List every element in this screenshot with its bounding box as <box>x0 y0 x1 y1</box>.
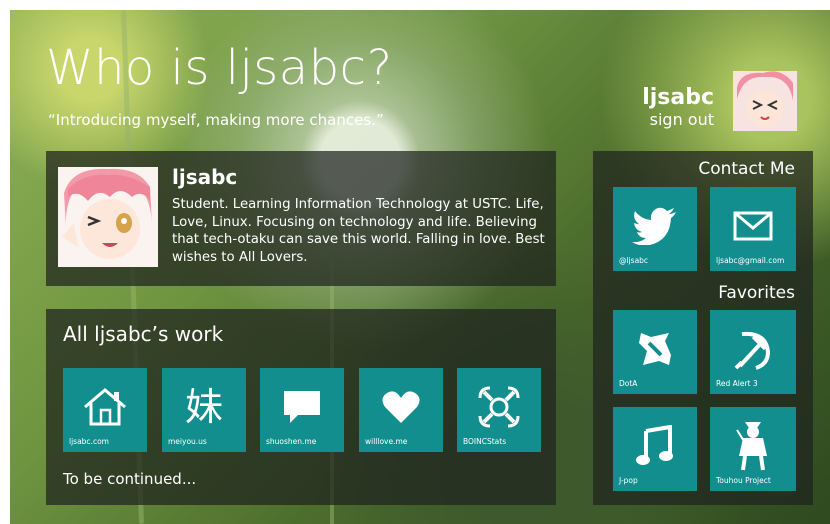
house-icon <box>84 387 126 426</box>
favorites-title: Favorites <box>718 283 795 303</box>
profile-panel: ljsabc Student. Learning Information Tec… <box>46 151 556 286</box>
user-avatar[interactable] <box>733 71 797 131</box>
tile-label: shuoshen.me <box>266 437 317 446</box>
page-title: Who is ljsabc? <box>46 40 393 96</box>
user-info: ljsabc sign out <box>642 86 714 130</box>
music-note-icon <box>636 424 673 465</box>
tile-label: ljsabc@gmail.com <box>716 256 785 265</box>
contact-title: Contact Me <box>698 159 795 179</box>
profile-bio: Student. Learning Information Technology… <box>172 197 545 265</box>
tile-label: J-pop <box>619 476 638 485</box>
envelope-icon <box>733 211 773 241</box>
tile-label: meiyou.us <box>168 437 207 446</box>
tile-dota[interactable]: DotA <box>613 310 697 394</box>
dota-icon <box>639 332 671 365</box>
to-be-continued: To be continued... <box>63 470 197 488</box>
tile-j-pop[interactable]: J-pop <box>613 407 697 491</box>
tile-twitter[interactable]: @ljsabc <box>613 187 697 271</box>
sign-out-link[interactable]: sign out <box>642 110 714 130</box>
tile-label: Red Alert 3 <box>716 379 758 388</box>
tile-meiyou-us[interactable]: 妹 meiyou.us <box>162 368 246 452</box>
tile-label: DotA <box>619 379 638 388</box>
work-panel: All ljsabc’s work ljsabc.com 妹 meiyou.us… <box>46 309 556 505</box>
page-subtitle: “Introducing myself, making more chances… <box>48 111 384 129</box>
work-title: All ljsabc’s work <box>63 322 224 346</box>
profile-name: ljsabc <box>172 165 238 189</box>
tile-label: @ljsabc <box>619 256 649 265</box>
tile-label: willlove.me <box>365 437 408 446</box>
touhou-character-icon <box>736 421 767 470</box>
user-name[interactable]: ljsabc <box>642 86 714 110</box>
boinc-icon <box>478 386 520 428</box>
tile-willlove-me[interactable]: willlove.me <box>359 368 443 452</box>
tile-ljsabc-com[interactable]: ljsabc.com <box>63 368 147 452</box>
speech-bubble-icon <box>284 390 320 423</box>
tile-shuoshen-me[interactable]: shuoshen.me <box>260 368 344 452</box>
tile-boincstats[interactable]: BOINCStats <box>457 368 541 452</box>
mei-glyph: 妹 <box>184 385 223 429</box>
tile-label: BOINCStats <box>463 437 507 446</box>
profile-avatar <box>58 167 158 267</box>
hammer-sickle-icon <box>734 331 771 370</box>
side-panel: Contact Me @ljsabc ljsabc@gmail.com Favo… <box>593 151 813 505</box>
page: Who is ljsabc? “Introducing myself, maki… <box>0 0 830 524</box>
heart-icon <box>382 390 420 423</box>
tile-label: Touhou Project <box>716 476 771 485</box>
tile-label: ljsabc.com <box>69 437 109 446</box>
tile-touhou-project[interactable]: Touhou Project <box>710 407 796 491</box>
tile-red-alert-3[interactable]: Red Alert 3 <box>710 310 796 394</box>
twitter-bird-icon <box>632 207 676 245</box>
tile-email[interactable]: ljsabc@gmail.com <box>710 187 796 271</box>
